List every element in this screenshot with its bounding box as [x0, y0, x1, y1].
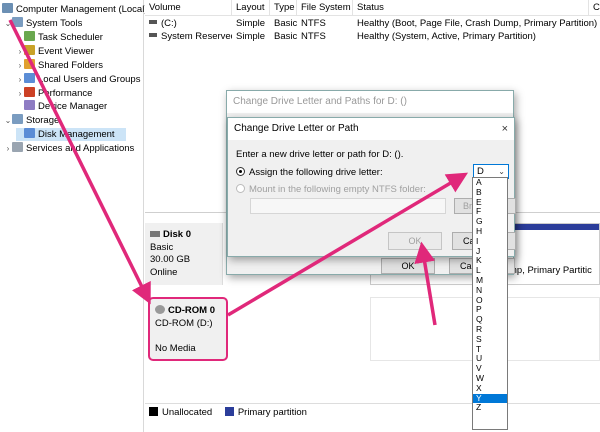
arrow-to-dropdown — [227, 172, 469, 317]
arrow-to-cdrom — [8, 19, 151, 305]
annotation-arrows — [8, 19, 469, 326]
arrow-to-ok — [414, 241, 437, 326]
